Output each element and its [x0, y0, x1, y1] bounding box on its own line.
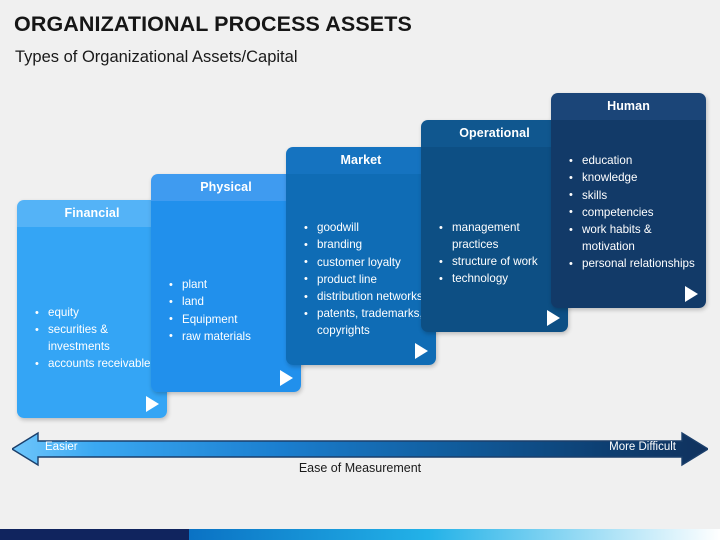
strip-navy-segment [0, 529, 189, 540]
card-operational-header: Operational [421, 120, 568, 147]
card-operational-body: management practices structure of work t… [421, 147, 568, 332]
card-financial-list: equity securities & investments accounts… [35, 305, 157, 374]
card-human-body: education knowledge skills competencies … [551, 120, 706, 308]
list-item: plant [169, 277, 291, 294]
list-item: branding [304, 237, 426, 254]
list-item: Equipment [169, 311, 291, 329]
card-operational-list: management practices structure of work t… [439, 220, 558, 289]
card-financial-body: equity securities & investments accounts… [17, 227, 167, 418]
list-item: management practices [439, 220, 558, 254]
slide-canvas: ORGANIZATIONAL PROCESS ASSETS Types of O… [0, 0, 720, 540]
list-item: goodwill [304, 220, 426, 237]
list-item: structure of work [439, 254, 558, 271]
list-item: land [169, 294, 291, 311]
list-item: raw materials [169, 328, 291, 346]
asset-type-cards: Financial equity securities & investment… [0, 0, 720, 430]
list-item: work habits & motivation [569, 222, 696, 256]
list-item: distribution networks [304, 289, 426, 306]
card-human-header: Human [551, 93, 706, 120]
list-item: patents, trademarks, copyrights [304, 306, 426, 340]
bottom-accent-strip [0, 529, 720, 540]
list-item: equity [35, 305, 157, 322]
list-item: education [569, 153, 696, 170]
scale-label-more-difficult: More Difficult [609, 441, 676, 453]
play-arrow-icon[interactable] [280, 370, 293, 386]
card-physical-body: plant land Equipment raw materials [151, 201, 301, 392]
list-item: personal relationships [569, 256, 696, 273]
card-human[interactable]: Human education knowledge skills compete… [551, 93, 706, 308]
play-arrow-icon[interactable] [146, 396, 159, 412]
list-item: accounts receivable [35, 356, 157, 373]
strip-gradient-segment [189, 529, 720, 540]
card-operational[interactable]: Operational management practices structu… [421, 120, 568, 332]
list-item: customer loyalty [304, 254, 426, 272]
card-market-body: goodwill branding customer loyalty produ… [286, 174, 436, 365]
list-item: competencies [569, 204, 696, 222]
list-item: knowledge [569, 170, 696, 187]
scale-label-easier: Easier [45, 441, 78, 453]
card-market-header: Market [286, 147, 436, 174]
card-financial[interactable]: Financial equity securities & investment… [17, 200, 167, 418]
list-item: skills [569, 187, 696, 205]
play-arrow-icon[interactable] [415, 343, 428, 359]
card-physical[interactable]: Physical plant land Equipment raw materi… [151, 174, 301, 392]
list-item: securities & investments [35, 322, 157, 356]
card-physical-header: Physical [151, 174, 301, 201]
card-human-list: education knowledge skills competencies … [569, 153, 696, 274]
card-physical-list: plant land Equipment raw materials [169, 277, 291, 346]
play-arrow-icon[interactable] [685, 286, 698, 302]
list-item: technology [439, 271, 558, 288]
card-financial-header: Financial [17, 200, 167, 227]
card-market-list: goodwill branding customer loyalty produ… [304, 220, 426, 341]
play-arrow-icon[interactable] [547, 310, 560, 326]
card-market[interactable]: Market goodwill branding customer loyalt… [286, 147, 436, 365]
scale-caption: Ease of Measurement [298, 461, 422, 475]
list-item: product line [304, 271, 426, 289]
